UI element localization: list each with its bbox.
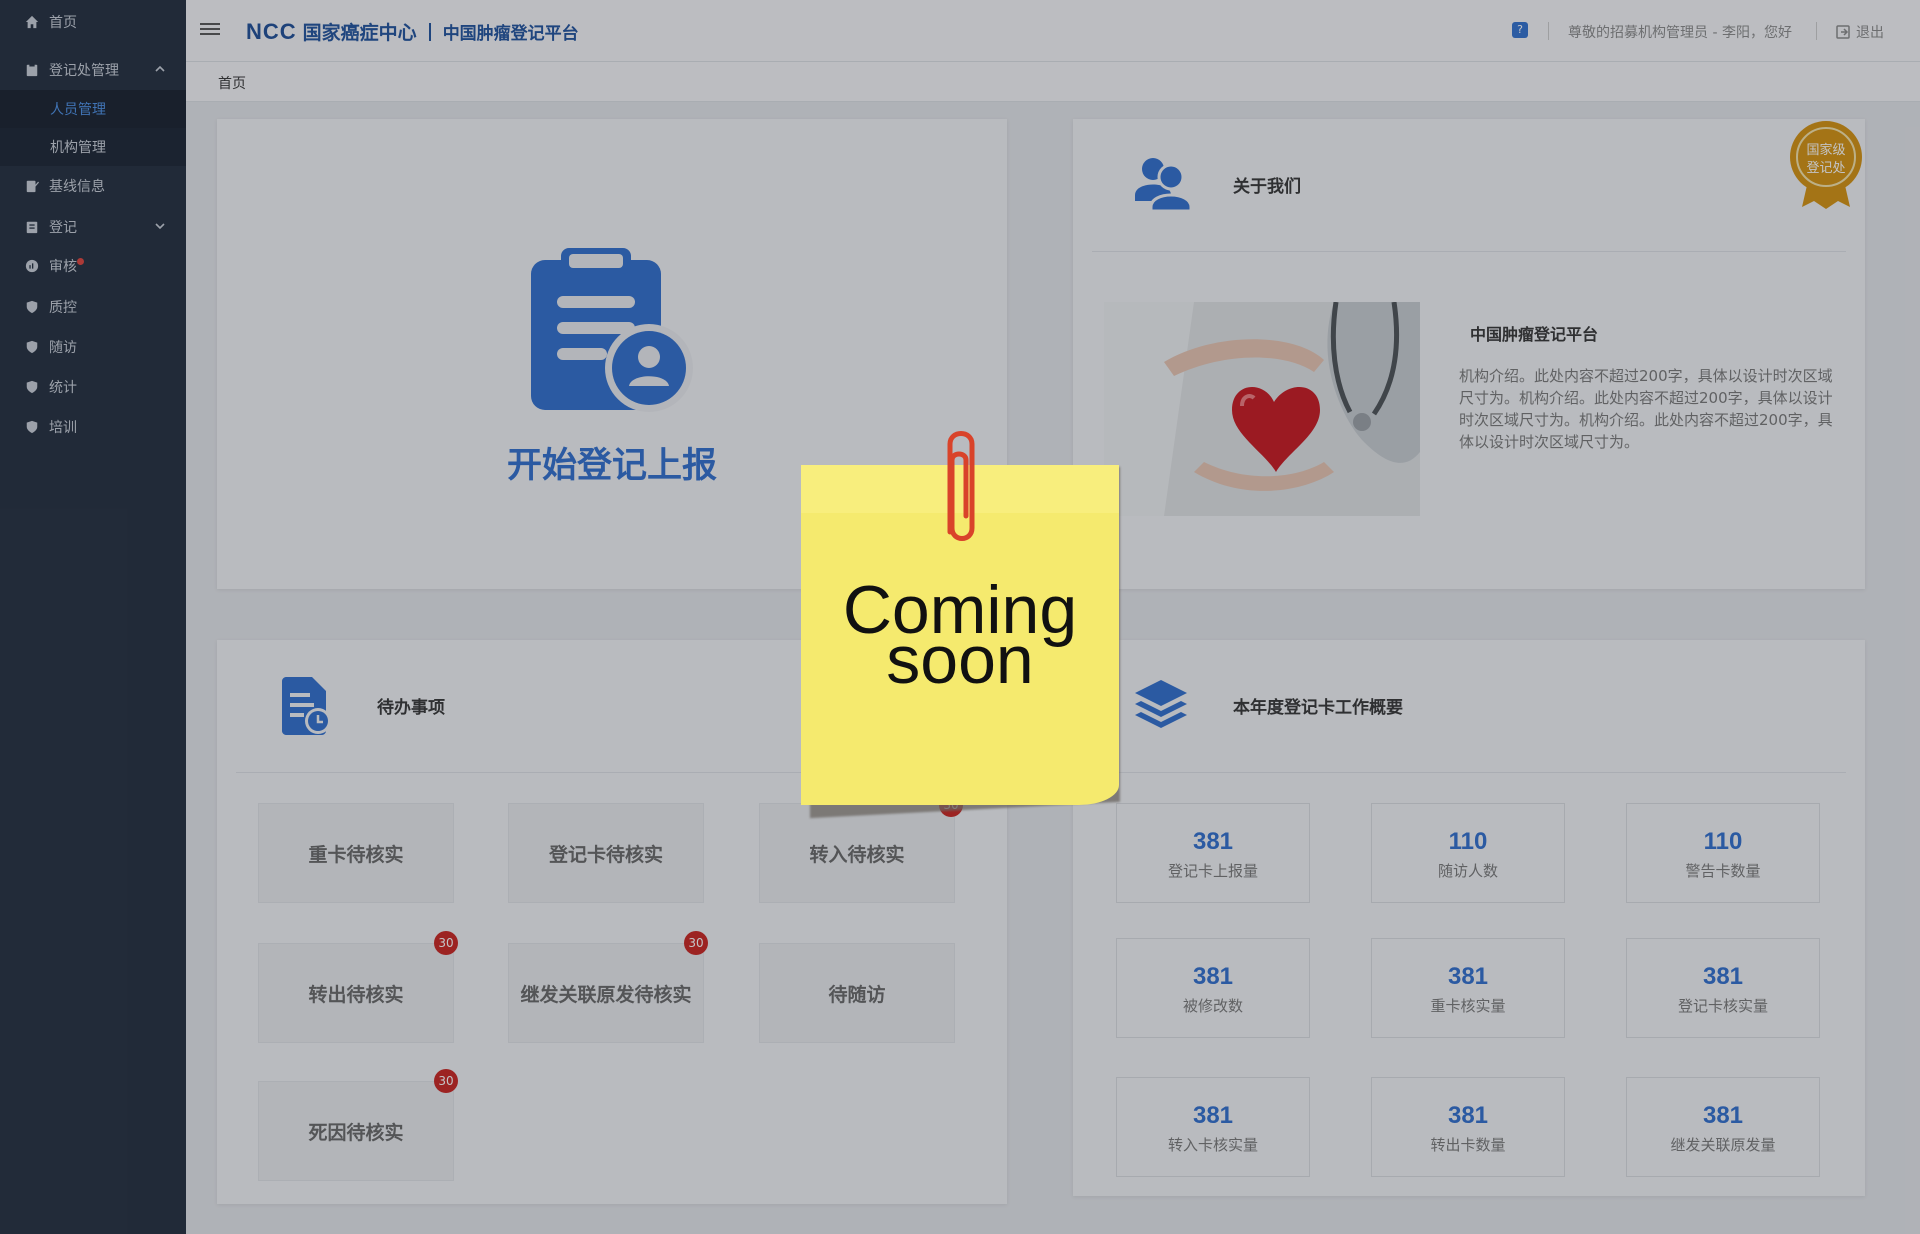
paperclip-icon [947, 431, 975, 541]
coming-soon-text: Coming soon [801, 576, 1119, 694]
